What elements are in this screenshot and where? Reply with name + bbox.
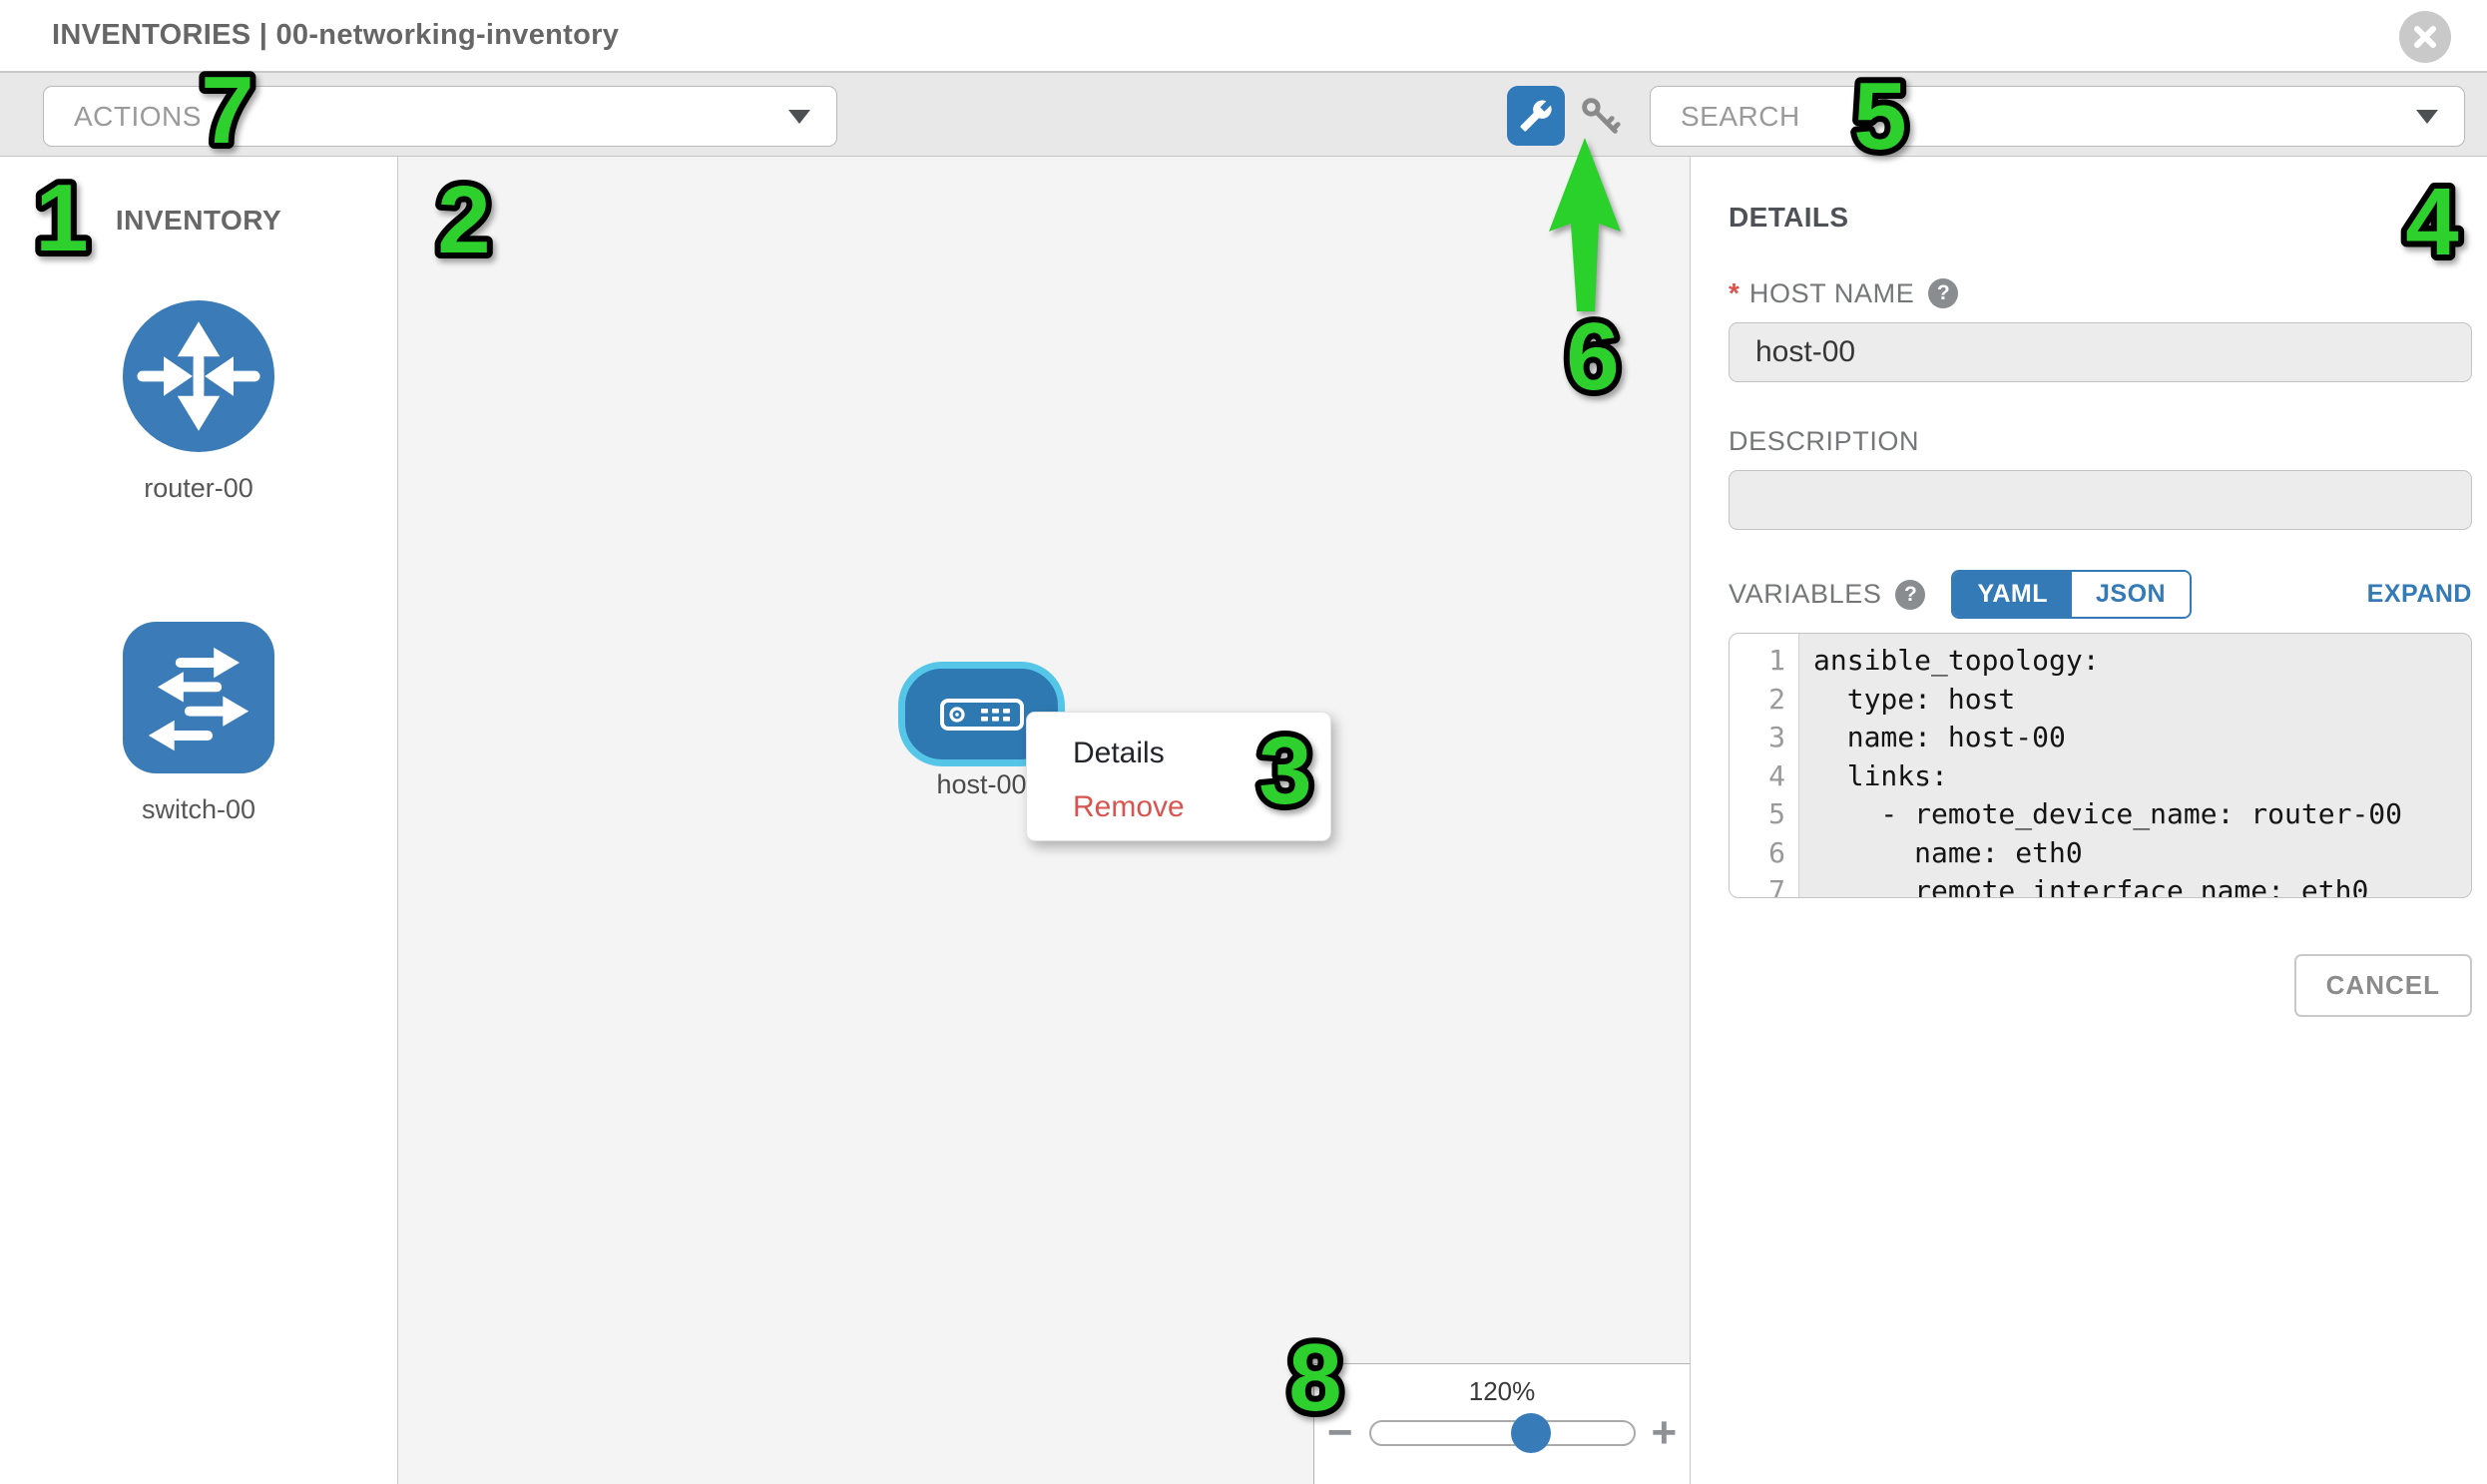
zoom-level-label: 120%	[1314, 1376, 1690, 1407]
help-icon[interactable]: ?	[1928, 278, 1958, 308]
line-number: 1	[1730, 642, 1798, 681]
line-number: 3	[1730, 719, 1798, 757]
chevron-down-icon	[2416, 110, 2438, 124]
toolbar: ACTIONS SEARCH	[0, 73, 2487, 157]
sidebar-item-switch[interactable]: switch-00	[0, 622, 397, 825]
context-menu-item-remove[interactable]: Remove	[1027, 780, 1330, 834]
code-line: name: host-00	[1813, 719, 2471, 757]
code-line: ansible_topology:	[1813, 642, 2471, 681]
host-name-label: HOST NAME	[1749, 278, 1914, 309]
chevron-down-icon	[788, 110, 810, 124]
context-menu-item-details[interactable]: Details	[1027, 727, 1330, 780]
sidebar-heading: INVENTORY	[0, 205, 397, 237]
details-heading: DETAILS	[1729, 202, 2472, 234]
close-icon[interactable]	[2399, 11, 2451, 63]
code-line: links:	[1813, 757, 2471, 796]
zoom-slider[interactable]	[1369, 1420, 1636, 1446]
zoom-out-button[interactable]: −	[1327, 1413, 1353, 1453]
wrench-icon	[1519, 99, 1553, 133]
toggle-json[interactable]: JSON	[2072, 572, 2190, 617]
variables-label: VARIABLES	[1729, 579, 1881, 610]
details-panel: DETAILS * HOST NAME ? DESCRIPTION VARIAB…	[1691, 157, 2487, 1484]
code-line: remote_interface_name: eth0	[1813, 872, 2471, 898]
code-area[interactable]: ansible_topology: type: host name: host-…	[1799, 634, 2471, 897]
router-label: router-00	[0, 473, 397, 504]
key-button[interactable]	[1577, 93, 1625, 141]
code-line: - remote_device_name: router-00	[1813, 795, 2471, 834]
line-number: 5	[1730, 795, 1798, 834]
variables-code-editor[interactable]: 1 2 3 4 5 6 7 ansible_topology: type: ho…	[1729, 633, 2472, 898]
expand-link[interactable]: EXPAND	[2367, 580, 2472, 609]
host-name-field[interactable]	[1729, 322, 2472, 382]
host-server-icon	[940, 699, 1024, 731]
line-number-gutter: 1 2 3 4 5 6 7	[1730, 634, 1799, 897]
switch-label: switch-00	[0, 794, 397, 825]
search-dropdown[interactable]: SEARCH	[1650, 86, 2465, 147]
toggle-yaml[interactable]: YAML	[1953, 572, 2072, 617]
line-number: 4	[1730, 757, 1798, 796]
title-bar: INVENTORIES | 00-networking-inventory	[0, 0, 2487, 73]
search-dropdown-label: SEARCH	[1681, 101, 1800, 133]
line-number: 7	[1730, 872, 1798, 898]
actions-dropdown[interactable]: ACTIONS	[43, 86, 837, 147]
zoom-control: 120% − +	[1313, 1363, 1690, 1484]
inventory-topology-app: INVENTORIES | 00-networking-inventory AC…	[0, 0, 2487, 1484]
zoom-in-button[interactable]: +	[1652, 1413, 1678, 1453]
help-icon[interactable]: ?	[1895, 580, 1925, 610]
required-marker: *	[1729, 277, 1740, 309]
close-x-glyph	[2410, 22, 2440, 52]
variables-format-toggle: YAML JSON	[1951, 570, 2192, 619]
page-title: INVENTORIES | 00-networking-inventory	[52, 19, 619, 52]
cancel-button[interactable]: CANCEL	[2294, 954, 2472, 1017]
sidebar-item-router[interactable]: router-00	[0, 300, 397, 504]
inventory-sidebar: INVENTORY	[0, 157, 398, 1484]
description-field[interactable]	[1729, 470, 2472, 530]
node-context-menu: Details Remove	[1026, 712, 1331, 841]
key-icon	[1577, 93, 1625, 141]
tools-button[interactable]	[1507, 86, 1565, 146]
description-label: DESCRIPTION	[1729, 426, 1919, 457]
line-number: 2	[1730, 681, 1798, 720]
code-line: name: eth0	[1813, 834, 2471, 873]
line-number: 6	[1730, 834, 1798, 873]
main-area: INVENTORY	[0, 157, 2487, 1484]
router-icon	[123, 300, 274, 457]
zoom-slider-thumb[interactable]	[1511, 1413, 1551, 1453]
topology-canvas[interactable]: host-00 Details Remove 120% − +	[398, 157, 1691, 1484]
switch-icon	[123, 622, 274, 778]
actions-dropdown-label: ACTIONS	[74, 101, 202, 133]
code-line: type: host	[1813, 681, 2471, 720]
